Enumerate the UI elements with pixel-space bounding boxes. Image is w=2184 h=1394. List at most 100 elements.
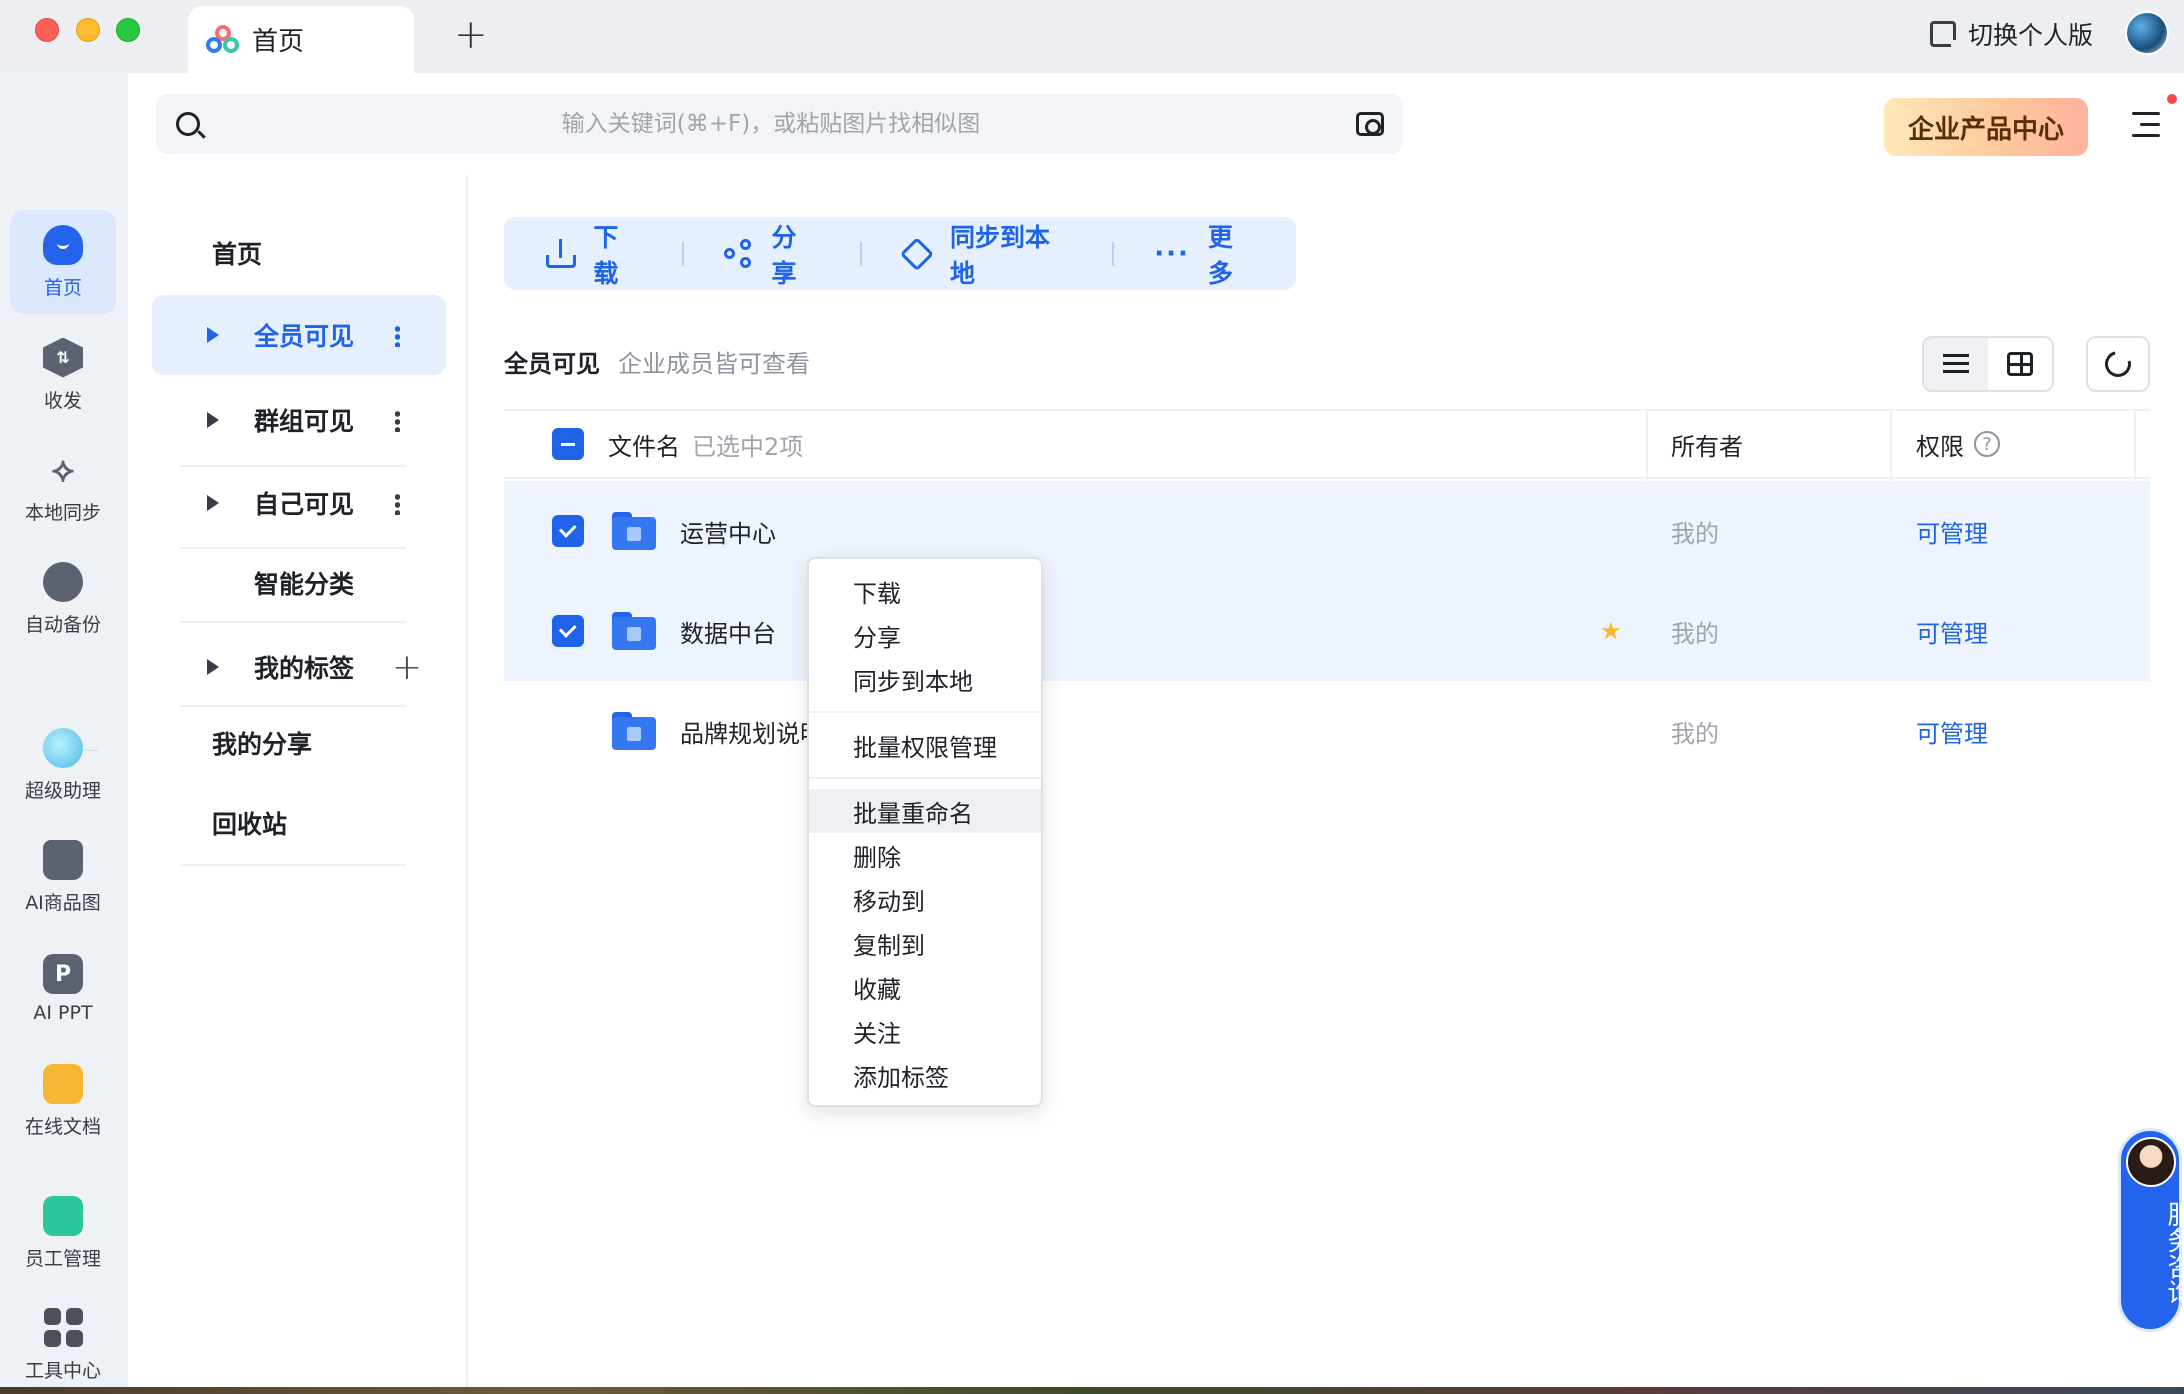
sync-local-button[interactable]: 同步到本地 (862, 218, 1112, 290)
menu-item-download[interactable]: 下载 (809, 569, 1041, 613)
switch-label: 切换个人版 (1968, 21, 2094, 50)
file-permission[interactable]: 可管理 (1916, 481, 1988, 581)
column-divider (2134, 411, 2136, 481)
menu-item-delete[interactable]: 删除 (809, 833, 1041, 877)
enterprise-product-center-button[interactable]: 企业产品中心 (1884, 98, 2088, 156)
menu-item-batch-rename[interactable]: 批量重命名 (809, 789, 1041, 833)
rail-item-transfer[interactable]: ⇅ 收发 (10, 323, 116, 427)
search-input[interactable] (216, 94, 1326, 154)
more-button[interactable]: ··· 更多 (1114, 218, 1296, 290)
col-permission-label: 权限 (1916, 432, 1964, 461)
rail-item-staff[interactable]: 员工管理 (10, 1181, 116, 1285)
list-view-button[interactable] (1924, 338, 1988, 390)
menu-item-add-tag[interactable]: 添加标签 (809, 1053, 1041, 1097)
transfer-icon: ⇅ (43, 337, 83, 378)
menu-item-favorite[interactable]: 收藏 (809, 965, 1041, 1009)
tab-home[interactable]: 首页 (188, 6, 414, 73)
close-window-button[interactable] (35, 18, 59, 42)
search-icon[interactable] (176, 112, 200, 136)
row-checkbox[interactable] (552, 581, 584, 681)
section-title: 全员可见 (504, 350, 600, 378)
rail-item-ai-product-image[interactable]: AI商品图 (10, 825, 116, 929)
file-name[interactable]: 运营中心 (680, 481, 776, 581)
menu-item-batch-permission[interactable]: 批量权限管理 (809, 723, 1041, 767)
notification-dot (2167, 94, 2177, 104)
hamburger-menu-icon[interactable] (2128, 112, 2160, 138)
tools-grid-icon (43, 1307, 83, 1348)
rail-item-auto-backup[interactable]: 自动备份 (10, 547, 116, 651)
new-tab-button[interactable]: + (454, 12, 488, 58)
file-name[interactable]: 数据中台 (680, 581, 776, 681)
secondary-sidebar: 首页 全员可见 群组可见 自己可见 智能分类 我的标签 + 我的分享 回收站 (128, 175, 468, 1394)
rail-item-ai-ppt[interactable]: P AI PPT (10, 937, 116, 1041)
more-vertical-icon[interactable] (395, 493, 400, 515)
more-vertical-icon[interactable] (395, 410, 400, 432)
grid-view-button[interactable] (1988, 338, 2052, 390)
download-button[interactable]: 下载 (504, 218, 682, 290)
rail-item-local-sync[interactable]: ⟡ 本地同步 (10, 435, 116, 539)
header-permission[interactable]: 权限 ? (1916, 411, 2000, 477)
folder-icon (612, 581, 656, 681)
menu-item-copy-to[interactable]: 复制到 (809, 921, 1041, 965)
nav-item-smart-category[interactable]: 智能分类 (152, 543, 446, 623)
rail-label: 收发 (43, 389, 82, 412)
list-icon (1943, 354, 1969, 374)
rail-item-online-docs[interactable]: 在线文档 (10, 1049, 116, 1153)
nav-item-self-visible[interactable]: 自己可见 (152, 463, 446, 543)
service-consult-button[interactable]: 服务咨询 (2118, 1128, 2184, 1332)
rail-item-tools[interactable]: 工具中心 (10, 1293, 116, 1394)
star-icon[interactable]: ★ (1600, 581, 1622, 681)
expand-caret-icon[interactable] (207, 412, 219, 428)
shopping-bag-icon (43, 839, 83, 880)
refresh-button[interactable] (2086, 336, 2150, 392)
download-icon (546, 238, 577, 269)
rail-item-home[interactable]: 首页 (10, 210, 116, 314)
help-icon[interactable]: ? (1974, 431, 2000, 457)
selected-count: 已选中2项 (692, 432, 804, 461)
nav-home[interactable]: 首页 (212, 213, 506, 293)
menu-item-move-to[interactable]: 移动到 (809, 877, 1041, 921)
menu-divider (809, 711, 1041, 713)
menu-item-sync-local[interactable]: 同步到本地 (809, 657, 1041, 701)
nav-divider (180, 864, 406, 866)
rail-item-assistant[interactable]: 超级助理 (10, 713, 116, 817)
rail-label: 工具中心 (24, 1359, 101, 1382)
nav-label: 我的标签 (254, 654, 355, 683)
maximize-window-button[interactable] (116, 18, 140, 42)
nav-item-group-visible[interactable]: 群组可见 (152, 380, 446, 460)
user-avatar[interactable] (2125, 11, 2169, 55)
expand-caret-icon[interactable] (207, 327, 219, 343)
col-name-label: 文件名 (608, 432, 680, 461)
nav-item-my-tags[interactable]: 我的标签 + (152, 627, 446, 707)
header-filename[interactable]: 文件名 已选中2项 (608, 411, 803, 477)
share-label: 分享 (771, 222, 797, 288)
nav-item-my-shares[interactable]: 我的分享 (212, 703, 506, 783)
rail-label: AI商品图 (25, 891, 101, 914)
nav-item-recycle-bin[interactable]: 回收站 (212, 783, 506, 863)
column-divider (1890, 411, 1892, 481)
table-row[interactable]: 运营中心 我的 可管理 (504, 481, 2150, 581)
nav-label: 全员可见 (254, 322, 355, 351)
ppt-icon: P (43, 954, 83, 994)
file-name[interactable]: 品牌规划说明 (680, 681, 824, 781)
table-row[interactable]: 品牌规划说明 我的 可管理 (504, 681, 2150, 781)
menu-item-share[interactable]: 分享 (809, 613, 1041, 657)
file-permission[interactable]: 可管理 (1916, 581, 1988, 681)
add-tag-icon[interactable]: + (392, 647, 422, 688)
context-menu: 下载 分享 同步到本地 批量权限管理 批量重命名 删除 移动到 复制到 收藏 关… (807, 557, 1043, 1107)
expand-caret-icon[interactable] (207, 659, 219, 675)
nav-item-all-visible[interactable]: 全员可见 (152, 295, 446, 375)
more-vertical-icon[interactable] (395, 325, 400, 347)
row-checkbox[interactable] (552, 481, 584, 581)
minimize-window-button[interactable] (76, 18, 100, 42)
switch-personal-button[interactable]: 切换个人版 (1930, 14, 2093, 54)
table-row[interactable]: 数据中台 ★ 我的 可管理 (504, 581, 2150, 681)
select-all-checkbox[interactable] (552, 411, 584, 477)
expand-caret-icon[interactable] (207, 495, 219, 511)
share-button[interactable]: 分享 (684, 218, 860, 290)
camera-icon[interactable] (1356, 112, 1384, 136)
menu-item-follow[interactable]: 关注 (809, 1009, 1041, 1053)
cloud-backup-icon (43, 561, 83, 602)
header-owner[interactable]: 所有者 (1671, 411, 1743, 477)
file-permission[interactable]: 可管理 (1916, 681, 1988, 781)
